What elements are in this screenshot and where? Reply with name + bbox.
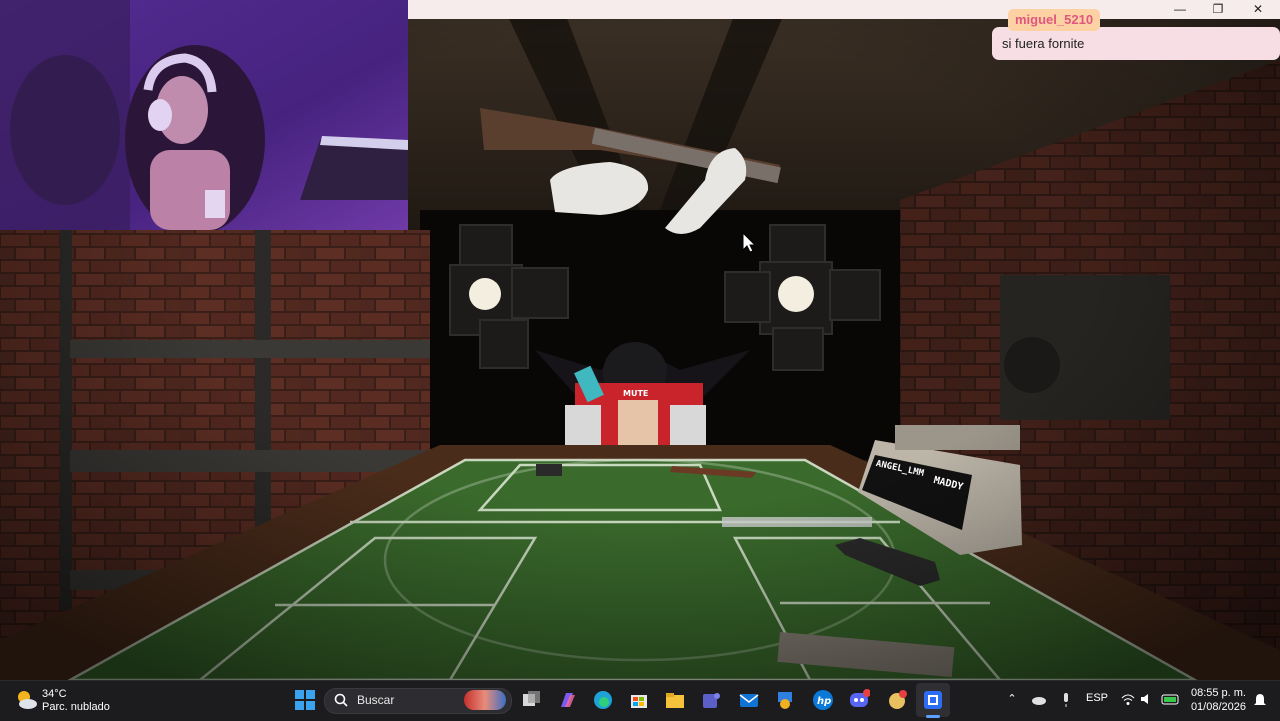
chat-message-text: si fuera fornite — [1002, 36, 1085, 51]
copilot-icon[interactable] — [556, 689, 578, 711]
hp-icon[interactable]: hp — [812, 689, 834, 711]
webcam-feed-image — [0, 0, 408, 230]
chat-username: miguel_5210 — [1008, 9, 1101, 31]
battery-icon[interactable] — [1161, 692, 1181, 708]
edge-browser-icon[interactable] — [592, 689, 614, 711]
player-nametag: MUTE — [623, 389, 649, 398]
close-button[interactable]: ✕ — [1240, 0, 1276, 19]
file-explorer-icon[interactable] — [664, 689, 686, 711]
window-titlebar: — ❐ ✕ — [408, 0, 1280, 19]
active-app-indicator — [926, 715, 940, 718]
discord-icon[interactable] — [848, 689, 871, 711]
minimize-button[interactable]: — — [1162, 0, 1198, 19]
language-indicator[interactable]: ESP — [1086, 692, 1108, 708]
onedrive-icon[interactable] — [1031, 692, 1047, 708]
task-view-icon[interactable] — [520, 689, 542, 711]
webcam-overlay — [0, 0, 408, 230]
roblox-icon[interactable] — [922, 689, 944, 711]
weather-description[interactable]: Parc. nublado — [42, 701, 110, 713]
weather-temperature[interactable]: 34°C — [42, 688, 67, 700]
search-icon — [334, 693, 348, 707]
windows-start-icon[interactable] — [294, 689, 316, 711]
game-app-icon[interactable] — [886, 689, 908, 711]
mail-icon[interactable] — [738, 689, 760, 711]
notifications-bell-icon[interactable] — [1252, 692, 1268, 708]
teams-icon[interactable] — [700, 689, 722, 711]
speaker-icon[interactable] — [1139, 692, 1155, 708]
clock-time[interactable]: 08:55 p. m. — [1190, 687, 1246, 699]
search-placeholder: Buscar — [357, 693, 395, 707]
microsoft-store-icon[interactable] — [628, 689, 650, 711]
search-highlight-icon[interactable] — [464, 690, 506, 710]
chevron-up-icon[interactable]: ⌃ — [1004, 692, 1020, 708]
svg-text:hp: hp — [817, 696, 831, 707]
wifi-icon[interactable] — [1120, 692, 1136, 708]
award-app-icon[interactable] — [774, 689, 796, 711]
maximize-button[interactable]: ❐ — [1200, 0, 1236, 19]
partly-cloudy-icon[interactable] — [14, 688, 38, 712]
microphone-icon[interactable] — [1058, 692, 1074, 708]
clock-date[interactable]: 01/08/2026 — [1190, 701, 1246, 713]
